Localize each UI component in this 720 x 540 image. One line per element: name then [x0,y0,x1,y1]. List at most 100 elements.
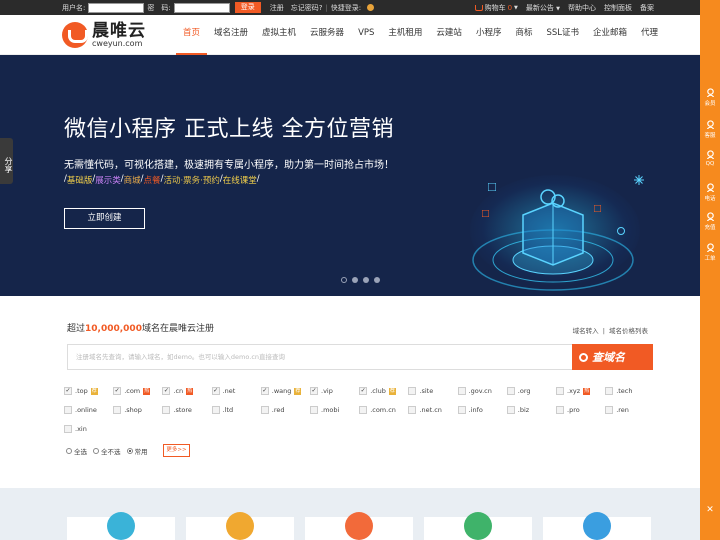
product-strip [0,488,700,540]
tld-checkbox[interactable]: ✓ .com 热 [113,386,151,396]
tld-checkbox[interactable]: .mobi [310,405,339,415]
domain-search-input[interactable]: 注册域名先查询，请输入域名，如demo。也可以输入demo.cn直接查询 [67,344,573,370]
more-tlds-button[interactable]: 更多>> [163,444,190,457]
carousel-dots [341,277,380,283]
feature-text: 基础版 [66,176,93,186]
password-input[interactable] [173,2,230,13]
tld-checkbox[interactable]: .store [162,405,192,415]
sidebar-item[interactable]: 客服 [700,120,720,139]
tld-rec-badge: 荐 [294,387,302,395]
select-none-radio[interactable]: 全不选 [93,446,121,456]
tld-checkbox[interactable]: .tech [605,386,633,396]
sidebar-item-label: 电话 [704,196,716,202]
domain-transfer-link[interactable]: 域名转入 [573,327,599,335]
nav-item[interactable]: 商标 [508,15,539,55]
cart-link[interactable]: 购物车 0 ▼ [474,3,518,13]
tld-checkbox[interactable]: .biz [506,405,530,415]
carousel-dot[interactable] [352,277,358,283]
tld-label: .org [517,387,531,395]
tld-label: .online [75,406,97,414]
sidebar-item-label: 客服 [704,133,716,139]
tld-checkbox[interactable]: .net.cn [408,405,442,415]
tld-checkbox[interactable]: ✓ .cn 热 [162,386,194,396]
tld-checkbox[interactable]: .pro [556,405,580,415]
select-common-label: 常用 [134,448,148,456]
tld-checkbox[interactable]: .com.cn [359,405,396,415]
help-center-link[interactable]: 帮助中心 [568,3,596,13]
tld-checkbox[interactable]: .site [408,386,433,396]
login-button[interactable]: 登录 [234,2,261,13]
mini-program-illustration [472,189,634,291]
select-all-radio[interactable]: 全选 [66,446,87,456]
search-domain-button[interactable]: 查域名 [572,344,653,370]
announcement-link[interactable]: 最新公告 ▼ [526,3,560,13]
carousel-dot[interactable] [363,277,369,283]
checkbox-indicator [605,387,614,395]
share-tab[interactable]: 分享 [0,138,13,184]
beian-link[interactable]: 备案 [640,3,654,13]
sidebar-item[interactable]: 会员 [700,88,720,107]
sidebar-item[interactable]: 工单 [700,243,720,262]
nav-item[interactable]: 首页 [176,15,208,55]
tld-checkbox[interactable]: .shop [113,405,142,415]
tld-label: .net.cn [419,406,442,414]
tld-checkbox[interactable]: .gov.cn [457,386,492,396]
domain-price-list-link[interactable]: 域名价格列表 [609,327,648,335]
tld-rec-badge: 荐 [388,387,396,395]
tld-checkbox[interactable]: ✓ .club 荐 [359,386,396,396]
tld-checkbox[interactable]: .red [260,405,285,415]
tld-selection-radios: 全选 全不选 常用 [66,446,148,456]
quick-login-icon[interactable] [367,4,375,11]
logo[interactable]: 晨唯云 cweyun.com [62,22,146,48]
nav-item[interactable]: 云服务器 [303,15,351,55]
username-input[interactable] [88,2,145,13]
login-form: 用户名: 密 码: 登录 注册 忘记密码? | 快捷登录: [62,2,375,13]
nav-item[interactable]: 主机租用 [381,15,429,55]
create-now-button[interactable]: 立即创建 [64,208,145,229]
tld-checkbox[interactable]: ✓ .net [211,386,235,396]
close-icon[interactable]: ✕ [700,505,720,515]
carousel-dot[interactable] [374,277,380,283]
nav-item[interactable]: 小程序 [469,15,509,55]
register-link[interactable]: 注册 [270,3,284,13]
tld-checkbox[interactable]: .info [457,405,483,415]
sidebar-item-label: 会员 [704,101,716,107]
tld-checkbox[interactable]: ✓ .top 荐 [64,386,98,396]
checkbox-indicator [457,387,466,395]
tld-checkbox[interactable]: .ren [605,405,629,415]
nav-item[interactable]: VPS [351,15,381,55]
tld-checkbox[interactable]: ✓ .vip [310,386,333,396]
tld-checkbox[interactable]: .org [506,386,531,396]
tld-checkbox[interactable]: .ltd [211,405,233,415]
tld-checkbox[interactable]: .xyz 热 [556,386,591,396]
tld-label: .biz [517,406,530,414]
control-panel-link[interactable]: 控制面板 [604,3,632,13]
nav-item[interactable]: 企业邮箱 [586,15,634,55]
carousel-dot[interactable] [341,277,347,283]
top-bar: 用户名: 密 码: 登录 注册 忘记密码? | 快捷登录: 购物车 0 ▼ 最新… [0,0,720,15]
tld-label: .mobi [321,406,340,414]
checkbox-indicator: ✓ [310,387,318,395]
tld-checkbox[interactable]: .xin [64,424,87,434]
sidebar-item[interactable]: QQ [700,150,720,167]
nav-item[interactable]: 虚拟主机 [255,15,303,55]
sidebar-item[interactable]: 充值 [700,212,720,231]
logo-domain: cweyun.com [92,38,143,48]
sidebar-item[interactable]: 电话 [700,183,720,202]
banner-title: 微信小程序 正式上线 全方位营销 [64,117,394,142]
tld-label: .shop [124,406,142,414]
forgot-password-link[interactable]: 忘记密码? [291,3,323,13]
nav-item[interactable]: 云建站 [429,15,469,55]
tld-hot-badge: 热 [143,387,151,395]
sparkle-icon [594,205,601,212]
tld-label: .com.cn [370,406,396,414]
tld-checkbox[interactable]: ✓ .wang 荐 [260,386,302,396]
checkbox-indicator [162,406,171,414]
nav-item[interactable]: 代理 [634,15,665,55]
nav-item[interactable]: 域名注册 [207,15,255,55]
qq-icon [706,150,714,159]
tld-checkbox[interactable]: .online [64,405,97,415]
nav-item[interactable]: SSL证书 [539,15,586,55]
select-common-radio[interactable]: 常用 [126,446,148,456]
tld-label: .ren [616,406,629,414]
